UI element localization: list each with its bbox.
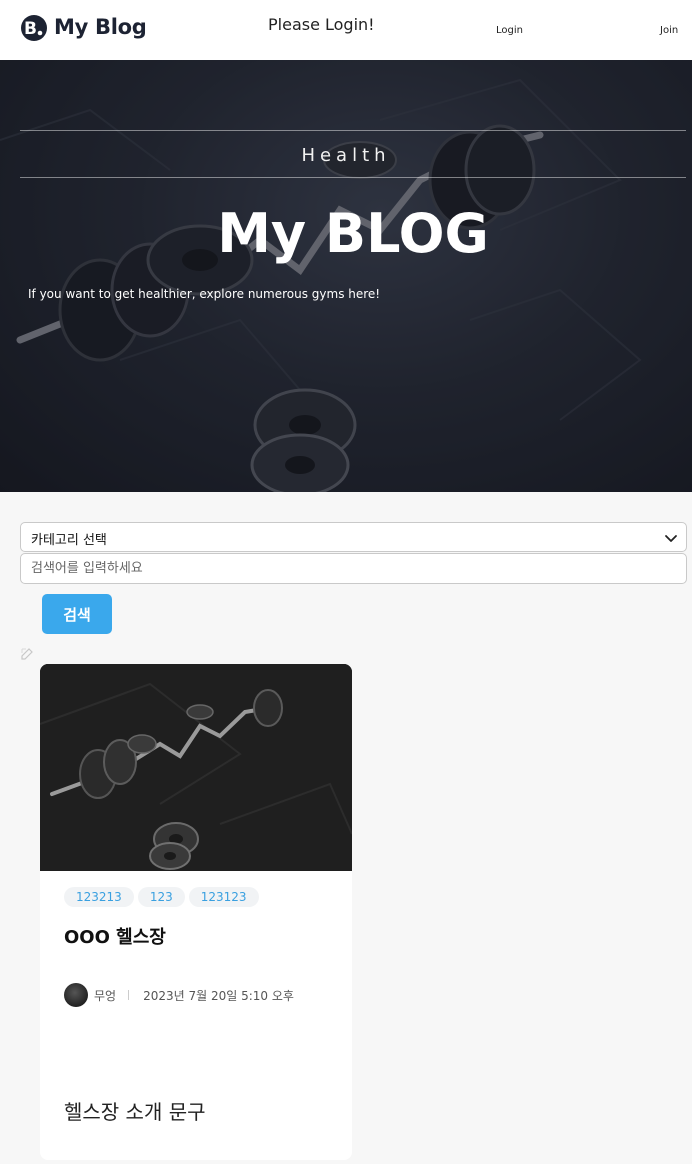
tag-chip[interactable]: 123 (137, 887, 185, 907)
logo[interactable]: B My Blog (18, 12, 147, 42)
site-header: B My Blog Please Login! Login Join (0, 0, 692, 60)
meta-divider (128, 990, 130, 1000)
hero-banner: Health My BLOG If you want to get health… (0, 60, 692, 492)
join-link[interactable]: Join (660, 25, 678, 36)
post-date: 2023년 7월 20일 5:10 오후 (143, 988, 294, 1003)
hero-subtitle: Health (301, 145, 391, 166)
login-message: Please Login! (268, 15, 375, 34)
category-select[interactable]: 카테고리 선택 (20, 522, 687, 552)
post-author: 무엉 (94, 988, 117, 1003)
post-card[interactable]: 123213 123 123123 OOO 헬스장 무엉 2023년 7월 20… (40, 664, 352, 1160)
logo-text: My Blog (54, 15, 147, 39)
post-description: 헬스장 소개 문구 (64, 1100, 206, 1124)
barbell-background-image (0, 60, 692, 492)
hero-divider-top (20, 130, 686, 131)
svg-text:B: B (24, 19, 37, 39)
edit-icon[interactable] (20, 647, 34, 661)
tag-list: 123213 123 123123 (64, 887, 259, 907)
category-select-value: 카테고리 선택 (31, 533, 107, 548)
avatar (64, 983, 88, 1007)
search-button[interactable]: 검색 (42, 594, 112, 634)
tag-chip[interactable]: 123123 (188, 887, 259, 907)
post-meta: 무엉 2023년 7월 20일 5:10 오후 (64, 983, 294, 1007)
logo-icon: B (21, 15, 47, 41)
hero-description: If you want to get healthier, explore nu… (28, 287, 381, 301)
hero-divider-bottom (20, 177, 686, 178)
post-title[interactable]: OOO 헬스장 (64, 923, 166, 949)
search-input[interactable] (20, 553, 687, 584)
post-thumbnail-image (40, 664, 352, 871)
hero-title: My BLOG (217, 202, 489, 265)
tag-chip[interactable]: 123213 (64, 887, 134, 907)
login-link[interactable]: Login (496, 25, 523, 36)
chevron-down-icon (665, 535, 677, 542)
